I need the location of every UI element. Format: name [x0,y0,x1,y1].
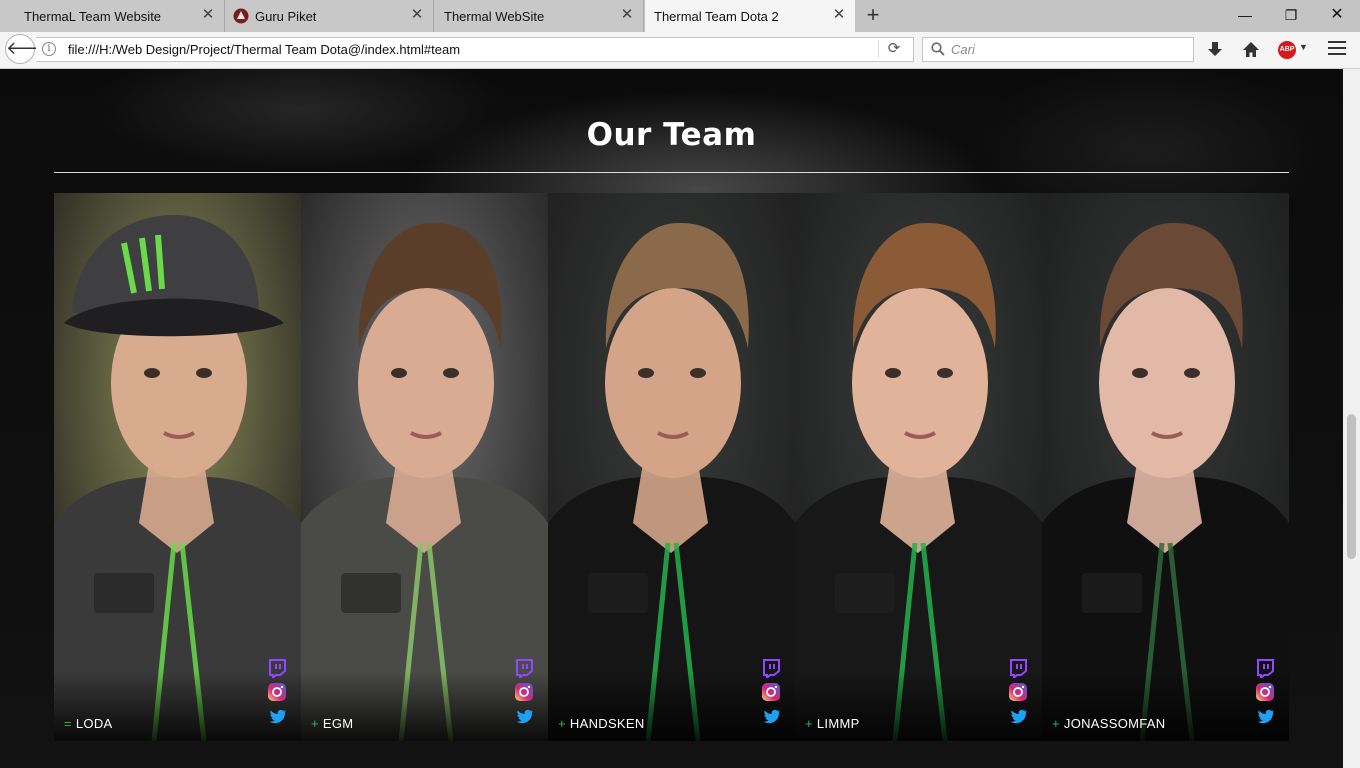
player-name-label: JONASSOMFAN [1063,716,1166,731]
tab-thermal-website[interactable]: Thermal WebSite ✕ [434,0,644,32]
name-prefix: = [64,716,72,731]
tab-thermal-team-dota-2[interactable]: Thermal Team Dota 2 ✕ [645,0,855,33]
instagram-icon[interactable] [761,682,781,702]
player-photo [1042,193,1289,741]
hamburger-menu-icon[interactable] [1328,41,1346,57]
name-prefix: + [311,716,319,731]
tab-label: Thermal Team Dota 2 [654,9,779,24]
tab-label: ThermaL Team Website [24,9,162,24]
minimize-button[interactable]: — [1230,4,1260,26]
player-card[interactable]: + EGM [301,193,548,741]
search-bar[interactable] [922,37,1194,62]
search-icon [931,42,945,56]
title-divider [54,172,1289,173]
close-window-button[interactable]: ✕ [1322,4,1352,26]
reload-icon[interactable]: ⟳ [878,40,903,58]
tab-thermal-team-website[interactable]: ThermaL Team Website ✕ [0,0,225,32]
download-icon[interactable] [1204,39,1226,61]
twitch-icon[interactable] [267,658,287,678]
twitter-icon[interactable] [1255,706,1275,726]
player-photo [54,193,301,741]
restore-button[interactable]: ❐ [1276,4,1306,26]
player-name: + LIMMP [805,716,860,731]
guru-piket-favicon-icon [233,8,249,24]
twitch-icon[interactable] [1255,658,1275,678]
instagram-icon[interactable] [267,682,287,702]
team-cards: = LODA + EGM + HANDSKEN + LIMMP + JONASS… [54,193,1289,741]
twitch-icon[interactable] [1008,658,1028,678]
twitter-icon[interactable] [514,706,534,726]
info-icon[interactable]: i [42,42,56,56]
player-photo [795,193,1042,741]
tab-label: Guru Piket [255,9,317,24]
player-card[interactable]: + LIMMP [795,193,1042,741]
player-name: + JONASSOMFAN [1052,716,1165,731]
adblock-plus-button[interactable]: ABP [1278,41,1296,59]
player-card[interactable]: = LODA [54,193,301,741]
back-button[interactable]: 🡐 [5,34,54,64]
twitter-icon[interactable] [761,706,781,726]
page-content: Our Team = LODA + EGM + HANDSKEN + LIMMP… [0,69,1343,768]
tab-label: Thermal WebSite [444,9,545,24]
section-title: Our Team [586,117,757,153]
instagram-icon[interactable] [1255,682,1275,702]
player-name-label: HANDSKEN [569,716,645,731]
instagram-icon[interactable] [514,682,534,702]
close-icon[interactable]: ✕ [409,7,425,23]
instagram-icon[interactable] [1008,682,1028,702]
player-photo [548,193,795,741]
player-photo [301,193,548,741]
twitter-icon[interactable] [1008,706,1028,726]
close-icon[interactable]: ✕ [200,7,216,23]
player-name: + EGM [311,716,353,731]
navigation-toolbar: 🡐 i file:///H:/Web Design/Project/Therma… [0,32,1360,69]
home-icon[interactable] [1240,39,1262,61]
name-prefix: + [558,716,566,731]
player-name-label: LIMMP [816,716,860,731]
player-name: = LODA [64,716,113,731]
name-prefix: + [805,716,813,731]
tab-bar: ThermaL Team Website ✕ Guru Piket ✕ Ther… [0,0,1360,33]
close-icon[interactable]: ✕ [831,7,847,23]
name-prefix: + [1052,716,1060,731]
twitter-icon[interactable] [267,706,287,726]
chevron-down-icon[interactable]: ▼ [1299,42,1308,52]
player-name: + HANDSKEN [558,716,645,731]
scrollbar-thumb[interactable] [1347,414,1356,559]
twitch-icon[interactable] [514,658,534,678]
vertical-scrollbar[interactable] [1343,69,1360,768]
player-card[interactable]: + JONASSOMFAN [1042,193,1289,741]
close-icon[interactable]: ✕ [619,7,635,23]
search-input[interactable] [951,40,1181,59]
address-bar[interactable]: i file:///H:/Web Design/Project/Thermal … [36,37,914,62]
player-card[interactable]: + HANDSKEN [548,193,795,741]
url-text[interactable]: file:///H:/Web Design/Project/Thermal Te… [68,42,460,57]
player-name-label: LODA [75,716,113,731]
new-tab-button[interactable]: + [863,4,883,26]
tab-guru-piket[interactable]: Guru Piket ✕ [225,0,434,32]
twitch-icon[interactable] [761,658,781,678]
player-name-label: EGM [322,716,354,731]
